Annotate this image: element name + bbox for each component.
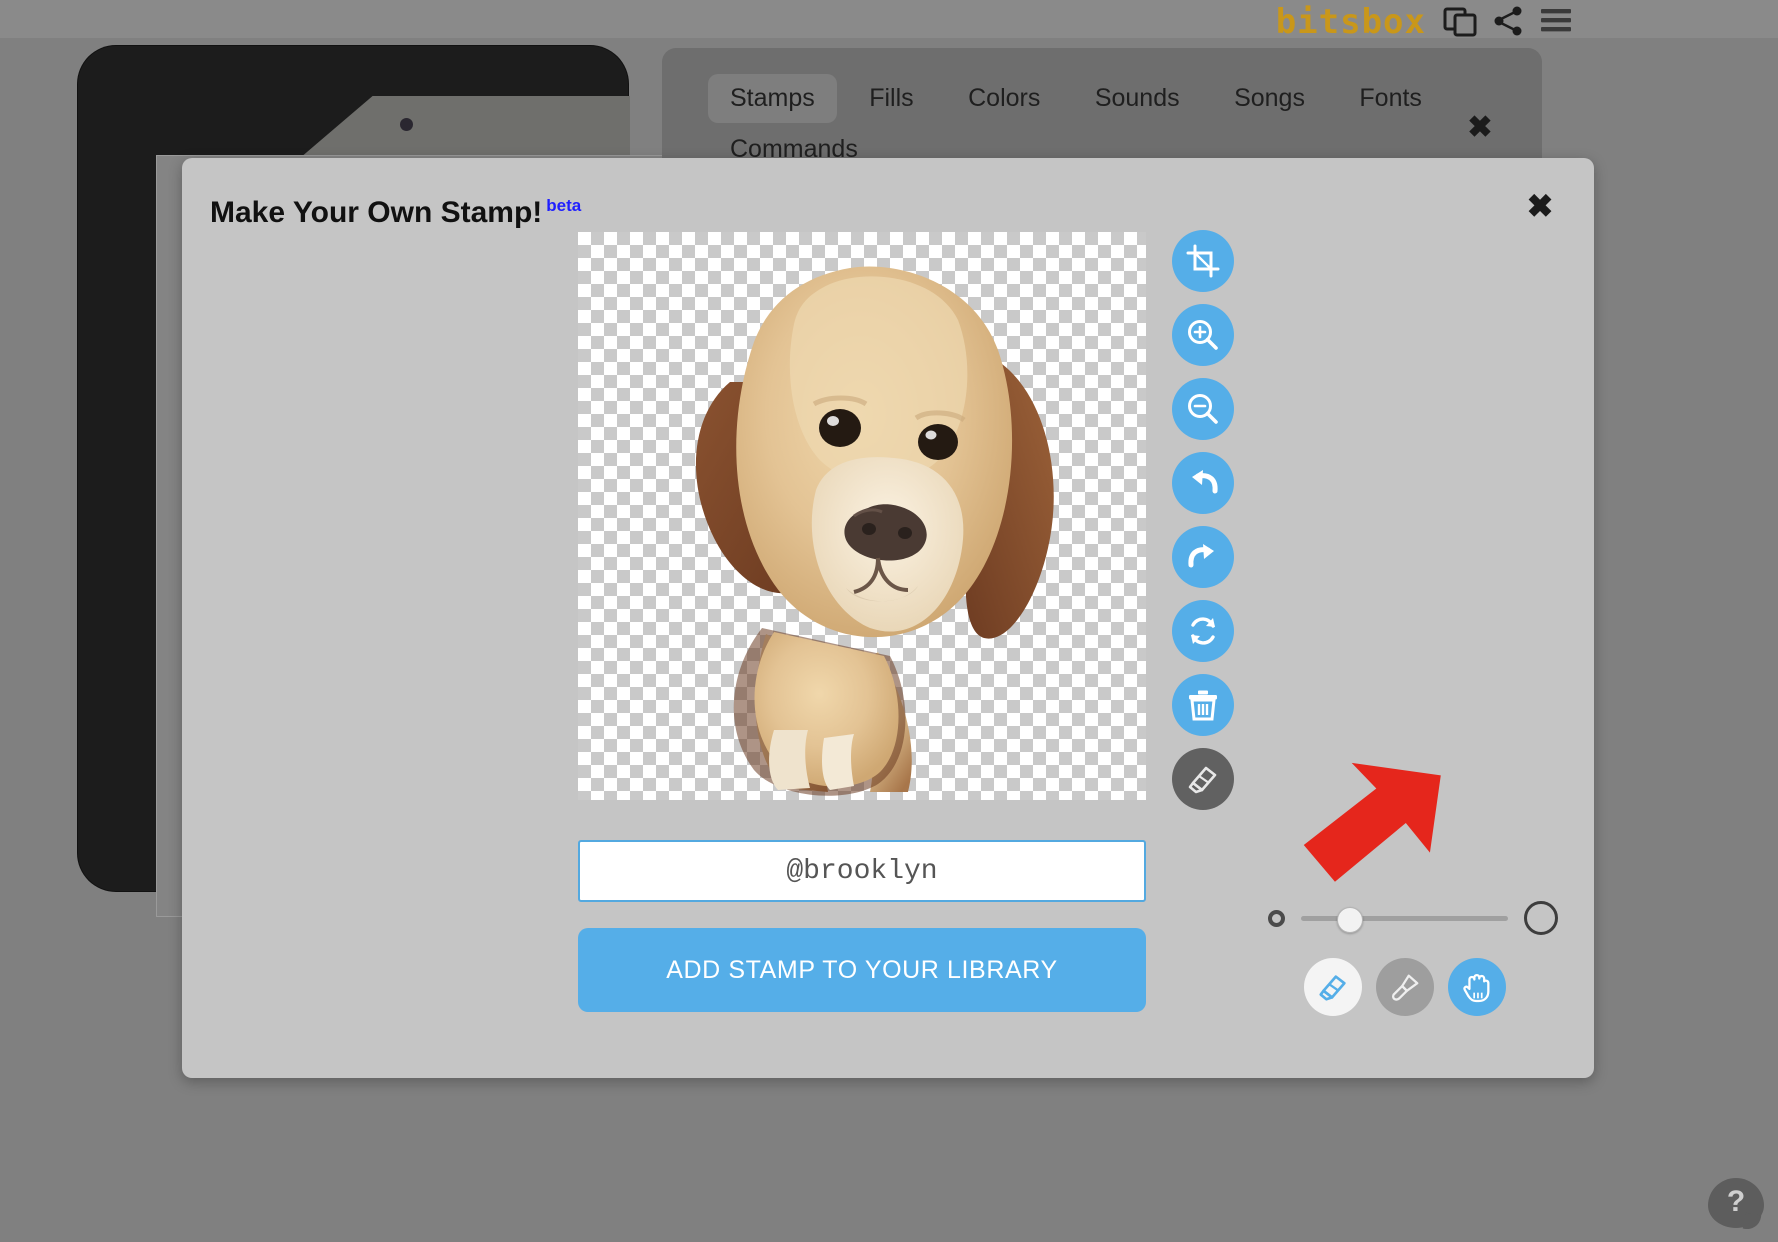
editor-tool-column: [1172, 230, 1260, 822]
eraser-button[interactable]: [1172, 748, 1234, 810]
top-bar: bitsbox: [0, 0, 1778, 38]
annotation-arrow-icon: [1282, 753, 1442, 913]
tab-stamps[interactable]: Stamps: [708, 74, 837, 123]
small-brush-icon: [1268, 910, 1285, 927]
brush-mode-button[interactable]: [1376, 958, 1434, 1016]
dialog-title-text: Make Your Own Stamp!: [210, 196, 542, 229]
delete-button[interactable]: [1172, 674, 1234, 736]
reset-icon: [1186, 614, 1220, 648]
redo-icon: [1186, 540, 1220, 574]
dialog-close-icon[interactable]: ✖: [1518, 184, 1562, 228]
app-root: bitsbox: [0, 0, 1778, 1242]
stamp-name-input[interactable]: [578, 840, 1146, 902]
eraser-icon: [1185, 761, 1221, 797]
redo-button[interactable]: [1172, 526, 1234, 588]
eraser-tool-icon: [1316, 970, 1350, 1004]
beta-badge: beta: [546, 196, 581, 215]
add-stamp-to-library-button[interactable]: ADD STAMP TO YOUR LIBRARY: [578, 928, 1146, 1012]
large-brush-icon: [1524, 901, 1558, 935]
slider-track[interactable]: [1301, 916, 1508, 921]
tab-fonts[interactable]: Fonts: [1337, 74, 1444, 123]
brush-tool-icon: [1388, 970, 1422, 1004]
tab-colors[interactable]: Colors: [946, 74, 1062, 123]
slider-track-wrap[interactable]: [1301, 907, 1508, 929]
crop-icon: [1186, 244, 1220, 278]
zoom-out-button[interactable]: [1172, 378, 1234, 440]
dog-image: [578, 232, 1146, 800]
tab-sounds[interactable]: Sounds: [1073, 74, 1202, 123]
zoom-in-icon: [1186, 318, 1220, 352]
tablet-camera-dot: [400, 118, 413, 131]
undo-button[interactable]: [1172, 452, 1234, 514]
tablet-glare: [300, 96, 630, 158]
trash-icon: [1186, 688, 1220, 722]
editor-mode-buttons: [1304, 958, 1506, 1016]
zoom-out-icon: [1186, 392, 1220, 426]
share-icon[interactable]: [1486, 4, 1530, 38]
tab-fills[interactable]: Fills: [847, 74, 935, 123]
hand-tool-icon: [1460, 970, 1494, 1004]
tab-songs[interactable]: Songs: [1212, 74, 1327, 123]
copy-icon[interactable]: [1438, 4, 1482, 38]
pan-mode-button[interactable]: [1448, 958, 1506, 1016]
help-button[interactable]: ?: [1708, 1178, 1764, 1228]
make-your-own-stamp-dialog: Make Your Own Stamp!beta ✖: [182, 158, 1594, 1078]
asset-panel-close-icon[interactable]: ✖: [1462, 110, 1498, 146]
zoom-in-button[interactable]: [1172, 304, 1234, 366]
crop-button[interactable]: [1172, 230, 1234, 292]
undo-icon: [1186, 466, 1220, 500]
help-label: ?: [1708, 1178, 1764, 1228]
dialog-title: Make Your Own Stamp!beta: [210, 196, 581, 230]
bitsbox-logo: bitsbox: [1276, 2, 1426, 42]
stamp-canvas[interactable]: [578, 232, 1146, 800]
reset-button[interactable]: [1172, 600, 1234, 662]
slider-thumb[interactable]: [1337, 907, 1363, 933]
brush-size-slider[interactable]: [1268, 896, 1558, 940]
menu-icon[interactable]: [1534, 4, 1578, 38]
eraser-mode-button[interactable]: [1304, 958, 1362, 1016]
